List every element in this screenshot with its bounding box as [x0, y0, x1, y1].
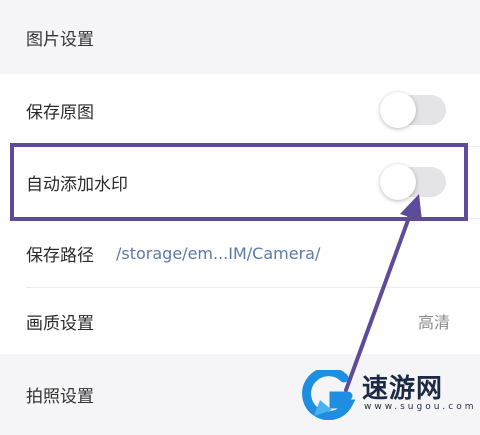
toggle-knob: [380, 92, 416, 128]
row-quality[interactable]: 画质设置 高清: [0, 288, 480, 354]
settings-screen: 图片设置 保存原图 自动添加水印 保存路径 /storage/em...IM/C…: [0, 0, 480, 435]
watermark-brand: 速游网: [362, 374, 444, 404]
save-path-value: /storage/em...IM/Camera/: [116, 243, 321, 263]
watermark-logo-icon: [302, 370, 356, 420]
annotation-highlight-box: [10, 143, 468, 221]
quality-value: 高清: [417, 313, 450, 332]
section-title-picture-settings: 图片设置: [26, 29, 94, 50]
site-watermark: 速游网 www.sugou.com: [300, 366, 480, 426]
watermark-url: www.sugou.com: [364, 402, 477, 412]
row-label-save-original: 保存原图: [26, 102, 94, 123]
row-save-original[interactable]: 保存原图: [0, 74, 480, 146]
row-label-save-path: 保存路径: [26, 245, 94, 266]
toggle-save-original[interactable]: [380, 92, 446, 128]
section-header-picture-settings: 图片设置: [0, 0, 480, 74]
section-title-photo-settings: 拍照设置: [26, 387, 94, 407]
row-label-quality: 画质设置: [26, 313, 94, 334]
row-save-path[interactable]: 保存路径 /storage/em...IM/Camera/: [0, 219, 480, 287]
